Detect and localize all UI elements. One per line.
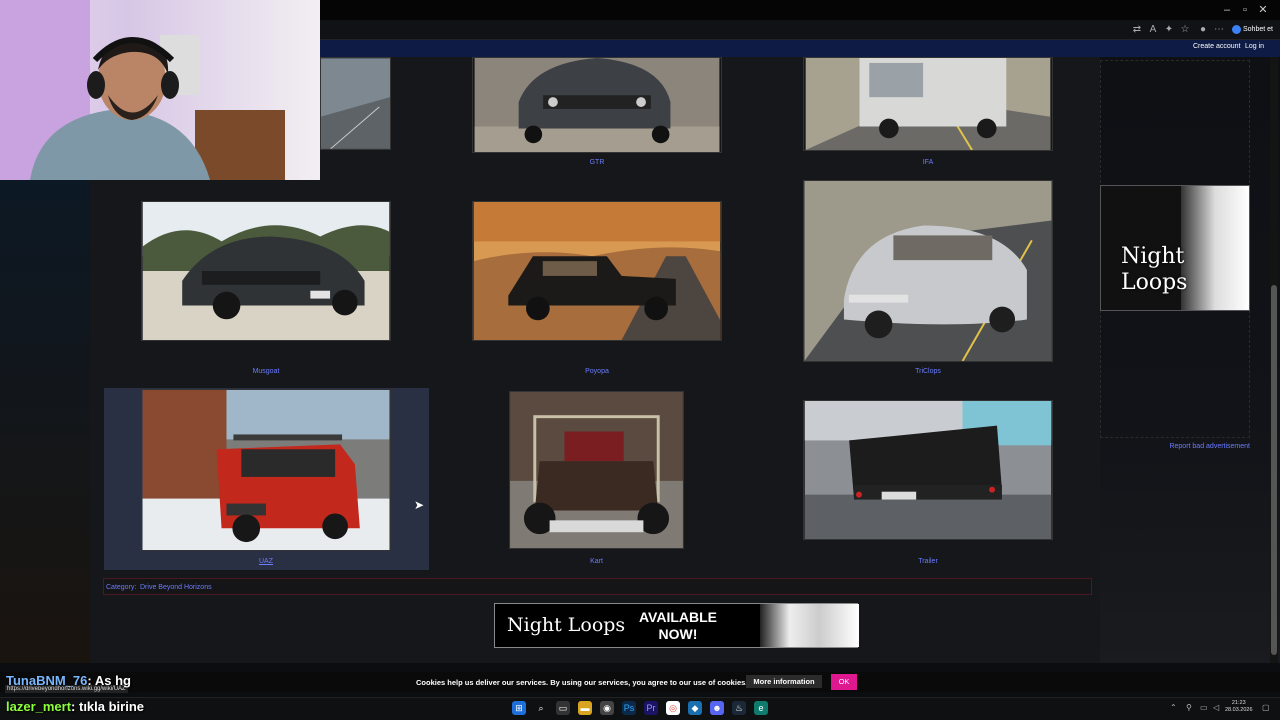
webcam-overlay xyxy=(0,0,320,180)
maximize-icon[interactable]: ▫ xyxy=(1238,3,1252,17)
banner-title: Night Loops xyxy=(507,614,626,636)
app-icon[interactable]: ◆ xyxy=(688,701,702,715)
more-icon[interactable]: ⋯ xyxy=(1212,23,1226,37)
copilot-icon xyxy=(1232,24,1241,34)
chat-text: : As hg xyxy=(87,673,131,688)
wiki-header-bar: Create account Log in xyxy=(320,40,1280,57)
caption-kart[interactable]: Kart xyxy=(509,558,684,565)
sidebar-ad-line2: Loops xyxy=(1121,270,1188,295)
category-link[interactable]: Drive Beyond Horizons xyxy=(140,584,212,591)
chat-button-label: Sohbet et xyxy=(1243,26,1273,33)
chat-username: TunaBNM_76 xyxy=(6,673,88,688)
close-icon[interactable]: ✕ xyxy=(1256,3,1270,17)
page-scrollbar[interactable] xyxy=(1270,57,1278,663)
sidebar-ad[interactable]: Night Loops xyxy=(1100,185,1250,311)
chat-message: TunaBNM_76: As hg xyxy=(6,673,131,688)
steam-icon[interactable]: ♨ xyxy=(732,701,746,715)
banner-subtitle-1: AVAILABLE xyxy=(638,609,718,625)
car-image-poyopa[interactable] xyxy=(472,201,722,341)
log-in-link[interactable]: Log in xyxy=(1245,43,1264,50)
car-image-musgoat[interactable] xyxy=(141,201,391,341)
translate-icon[interactable]: ⇄ xyxy=(1130,23,1144,37)
edge-icon[interactable]: e xyxy=(754,701,768,715)
car-image-gtr[interactable] xyxy=(472,57,722,153)
chat-message: lazer_mert: tıkla birine xyxy=(6,699,144,714)
create-account-link[interactable]: Create account xyxy=(1193,43,1240,50)
banner-art xyxy=(760,604,859,647)
sidebar-ad-line1: Night xyxy=(1121,244,1185,269)
chat-text: : tıkla birine xyxy=(71,699,145,714)
car-image-trailer[interactable] xyxy=(803,400,1053,540)
chat-button[interactable]: Sohbet et xyxy=(1232,23,1273,37)
extension-icon[interactable]: ✦ xyxy=(1162,23,1176,37)
mouse-cursor-icon: ➤ xyxy=(414,498,425,512)
category-bar: Category: Drive Beyond Horizons xyxy=(103,578,1092,595)
banner-subtitle-2: NOW! xyxy=(658,626,698,642)
more-information-button[interactable]: More information xyxy=(746,675,822,688)
car-image-kart[interactable] xyxy=(509,391,684,549)
reader-icon[interactable]: A xyxy=(1146,23,1160,37)
caption-ifa[interactable]: IFA xyxy=(803,159,1053,166)
photoshop-icon[interactable]: Ps xyxy=(622,701,636,715)
car-image-uaz[interactable] xyxy=(141,389,391,551)
taskbar-clock[interactable]: 21:23 28.03.2026 xyxy=(1225,700,1253,714)
obs-icon[interactable]: ◉ xyxy=(600,701,614,715)
cookie-text: Cookies help us deliver our services. By… xyxy=(416,678,748,687)
car-image-ifa[interactable] xyxy=(803,57,1053,151)
minimize-icon[interactable]: – xyxy=(1220,3,1234,17)
discord-icon[interactable]: ☻ xyxy=(710,701,724,715)
left-background xyxy=(0,180,90,663)
sidebar-ad-art xyxy=(1181,186,1249,310)
category-label[interactable]: Category: xyxy=(106,584,136,591)
cookie-ok-button[interactable]: OK xyxy=(831,674,857,690)
search-icon[interactable]: ⌕ xyxy=(534,701,548,715)
network-icon[interactable]: ⚲ xyxy=(1186,703,1192,712)
report-ad-link[interactable]: Report bad advertisement xyxy=(1150,443,1250,450)
clock-date: 28.03.2026 xyxy=(1225,707,1253,713)
profile-icon[interactable]: ● xyxy=(1196,23,1210,37)
caption-trailer[interactable]: Trailer xyxy=(803,558,1053,565)
car-image-partial[interactable] xyxy=(320,57,391,150)
chrome-icon[interactable]: ◎ xyxy=(666,701,680,715)
chat-username: lazer_mert xyxy=(6,699,72,714)
display-icon[interactable]: ▭ xyxy=(1200,703,1208,712)
task-view-icon[interactable]: ▭ xyxy=(556,701,570,715)
car-image-triclops[interactable] xyxy=(803,180,1053,362)
caption-gtr[interactable]: GTR xyxy=(472,159,722,166)
tray-chevron-icon[interactable]: ⌃ xyxy=(1170,703,1177,712)
caption-triclops[interactable]: TriClops xyxy=(803,368,1053,375)
file-explorer-icon[interactable]: ▬ xyxy=(578,701,592,715)
bottom-banner-ad[interactable]: Night Loops AVAILABLE NOW! xyxy=(494,603,859,648)
caption-uaz[interactable]: UAZ xyxy=(141,558,391,565)
premiere-icon[interactable]: Pr xyxy=(644,701,658,715)
windows-start-icon[interactable]: ⊞ xyxy=(512,701,526,715)
taskbar xyxy=(0,697,1280,720)
caption-musgoat[interactable]: Musgoat xyxy=(141,368,391,375)
notification-icon[interactable]: ▢ xyxy=(1262,703,1270,712)
favorite-icon[interactable]: ☆ xyxy=(1178,23,1192,37)
volume-icon[interactable]: ◁ xyxy=(1213,703,1219,712)
scrollbar-thumb[interactable] xyxy=(1271,285,1277,655)
caption-poyopa[interactable]: Poyopa xyxy=(472,368,722,375)
clock-time: 21:23 xyxy=(1231,700,1246,706)
